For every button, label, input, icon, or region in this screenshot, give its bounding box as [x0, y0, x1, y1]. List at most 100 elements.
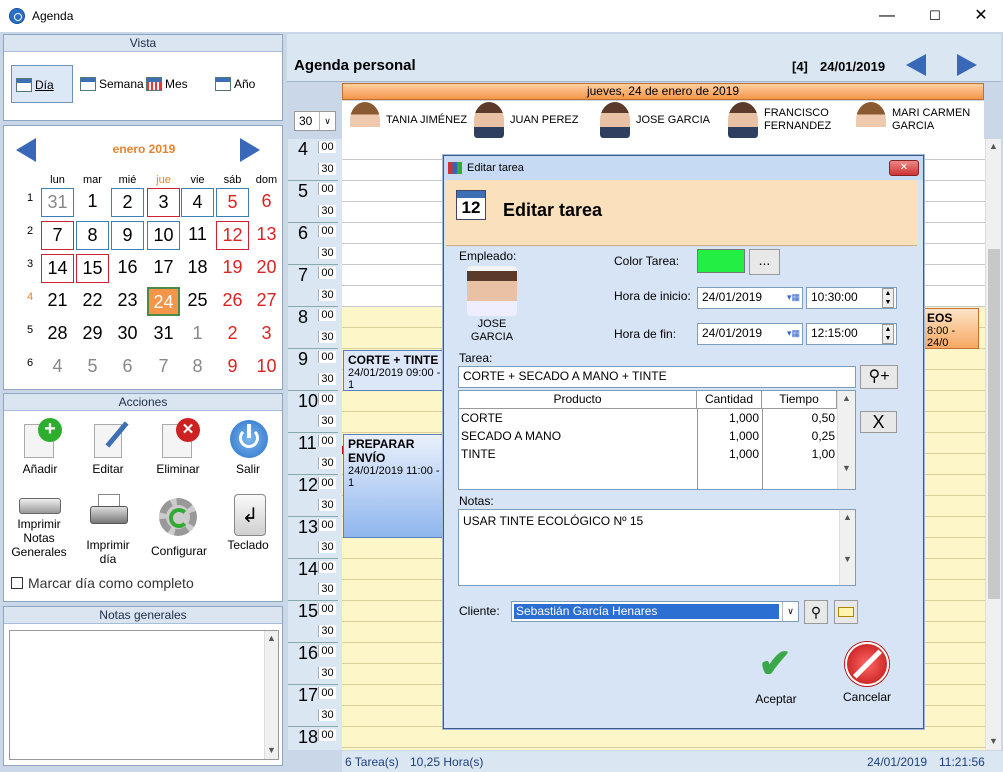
calendar-day[interactable]: 11 [181, 221, 214, 250]
notes-scrollbar[interactable]: ▲ ▼ [264, 631, 278, 759]
calendar-day[interactable]: 19 [216, 254, 249, 283]
configure-button[interactable]: Configurar [146, 494, 212, 558]
calendar-day[interactable]: 3 [147, 188, 180, 217]
minute-00-label: 00 [318, 267, 336, 279]
mark-complete-checkbox[interactable]: Marcar día como completo [11, 575, 194, 591]
table-scrollbar[interactable]: ▲ ▼ [837, 391, 855, 489]
calendar-day[interactable]: 5 [76, 353, 109, 382]
calendar-day[interactable]: 24 [147, 287, 180, 316]
calendar-day[interactable]: 16 [111, 254, 144, 283]
employee-column-header[interactable]: FRANCISCO FERNANDEZ [728, 101, 831, 139]
calendar-day[interactable]: 12 [216, 221, 249, 250]
close-button[interactable]: ✕ [958, 0, 1003, 32]
remove-product-button[interactable]: X [860, 411, 897, 433]
view-week-button[interactable]: Semana [76, 65, 148, 103]
calendar-day[interactable]: 17 [147, 254, 180, 283]
prev-day-arrow-icon[interactable] [906, 54, 926, 76]
calendar-day[interactable]: 23 [111, 287, 144, 316]
calendar-day[interactable]: 7 [147, 353, 180, 382]
calendar-day[interactable]: 8 [76, 221, 109, 250]
inicio-time-spinner[interactable]: ▲ ▼ [882, 288, 894, 308]
calendar-day[interactable]: 1 [181, 320, 214, 349]
calendar-day[interactable]: 6 [250, 188, 283, 217]
table-row[interactable]: TINTE 1,000 1,00 [459, 445, 837, 463]
view-month-button[interactable]: Mes [142, 65, 192, 103]
edit-button[interactable]: Editar [80, 418, 136, 476]
employee-column-header[interactable]: MARI CARMEN GARCIA [856, 101, 970, 139]
calendar-day[interactable]: 7 [41, 221, 74, 250]
calendar-day[interactable]: 14 [41, 254, 74, 283]
calendar-day[interactable]: 20 [250, 254, 283, 283]
cancel-button[interactable]: Cancelar [834, 642, 900, 704]
dialog-close-button[interactable]: ✕ [889, 160, 919, 176]
fin-date-field[interactable]: 24/01/2019 ▾▦ [697, 323, 803, 345]
calendar-day[interactable]: 5 [216, 188, 249, 217]
calendar-day[interactable]: 27 [250, 287, 283, 316]
print-day-button[interactable]: Imprimir día [80, 494, 136, 566]
cliente-select[interactable]: Sebastián García Henares ∨ [511, 601, 799, 622]
calendar-day[interactable]: 2 [216, 320, 249, 349]
add-product-search-button[interactable]: ⚲+ [860, 365, 898, 389]
calendar-day[interactable]: 3 [250, 320, 283, 349]
calendar-day[interactable]: 9 [111, 221, 144, 250]
next-day-arrow-icon[interactable] [957, 54, 977, 76]
table-row[interactable]: CORTE 1,000 0,50 [459, 409, 837, 427]
date-picker-icon[interactable]: ▾▦ [787, 292, 800, 303]
notas-scrollbar[interactable]: ▲ ▼ [839, 510, 855, 585]
search-client-button[interactable]: ⚲ [804, 600, 828, 624]
exit-button[interactable]: Salir [220, 418, 276, 476]
calendar-day[interactable]: 1 [76, 188, 109, 217]
calendar-day[interactable]: 4 [41, 353, 74, 382]
scrollbar-thumb[interactable] [988, 249, 1000, 599]
date-picker-icon[interactable]: ▾▦ [787, 328, 800, 339]
employee-column-header[interactable]: JUAN PEREZ [474, 101, 578, 139]
calendar-day[interactable]: 30 [111, 320, 144, 349]
client-card-button[interactable] [834, 600, 858, 624]
appointment-eos[interactable]: EOS 8:00 - 24/0 [922, 308, 979, 349]
color-swatch[interactable] [697, 249, 745, 273]
next-month-arrow-icon[interactable] [240, 138, 260, 162]
employee-column-header[interactable]: JOSE GARCIA [600, 101, 710, 139]
minimize-button[interactable]: — [864, 0, 910, 32]
view-day-button[interactable]: Día [11, 65, 73, 103]
agenda-scrollbar[interactable]: ▲ ▼ [985, 139, 1001, 750]
appointment-corte-tinte[interactable]: CORTE + TINTE 24/01/2019 09:00 - 1 [343, 350, 447, 391]
delete-button[interactable]: ✕ Eliminar [150, 418, 206, 476]
calendar-day[interactable]: 18 [181, 254, 214, 283]
inicio-date-field[interactable]: 24/01/2019 ▾▦ [697, 287, 803, 309]
calendar-day[interactable]: 2 [111, 188, 144, 217]
color-picker-button[interactable]: ... [749, 249, 780, 275]
prev-month-arrow-icon[interactable] [16, 138, 36, 162]
calendar-day[interactable]: 25 [181, 287, 214, 316]
calendar-day[interactable]: 26 [216, 287, 249, 316]
tarea-input[interactable]: CORTE + SECADO A MANO + TINTE [458, 366, 856, 388]
calendar-day[interactable]: 4 [181, 188, 214, 217]
keyboard-button[interactable]: ↲ Teclado [220, 494, 276, 552]
calendar-day[interactable]: 9 [216, 353, 249, 382]
employee-column-header[interactable]: TANIA JIMÉNEZ [350, 101, 467, 139]
calendar-day[interactable]: 10 [250, 353, 283, 382]
view-year-button[interactable]: Año [211, 65, 259, 103]
interval-select[interactable]: 30 ∨ [294, 111, 336, 131]
calendar-day[interactable]: 31 [147, 320, 180, 349]
calendar-day[interactable]: 8 [181, 353, 214, 382]
calendar-day[interactable]: 21 [41, 287, 74, 316]
table-row[interactable]: SECADO A MANO 1,000 0,25 [459, 427, 837, 445]
accept-button[interactable]: ✔ Aceptar [744, 644, 808, 706]
calendar-day[interactable]: 6 [111, 353, 144, 382]
fin-time-spinner[interactable]: ▲ ▼ [882, 324, 894, 344]
maximize-button[interactable]: ☐ [912, 0, 958, 32]
calendar-day[interactable]: 29 [76, 320, 109, 349]
notas-textarea[interactable]: USAR TINTE ECOLÓGICO Nº 15 ▲ ▼ [458, 509, 856, 586]
print-notes-button[interactable]: Imprimir Notas Generales [6, 494, 72, 559]
appointment-preparar-envio[interactable]: PREPARAR ENVÍO 24/01/2019 11:00 - 1 [343, 434, 447, 538]
calendar-day[interactable]: 31 [41, 188, 74, 217]
calendar-day[interactable]: 22 [76, 287, 109, 316]
calendar-day[interactable]: 15 [76, 254, 109, 283]
scroll-down-icon[interactable]: ▼ [989, 734, 998, 748]
calendar-day[interactable]: 28 [41, 320, 74, 349]
add-button[interactable]: + Añadir [12, 418, 68, 476]
calendar-day[interactable]: 10 [147, 221, 180, 250]
notas-generales-textarea[interactable]: ▲ ▼ [9, 630, 279, 760]
calendar-day[interactable]: 13 [250, 221, 283, 250]
